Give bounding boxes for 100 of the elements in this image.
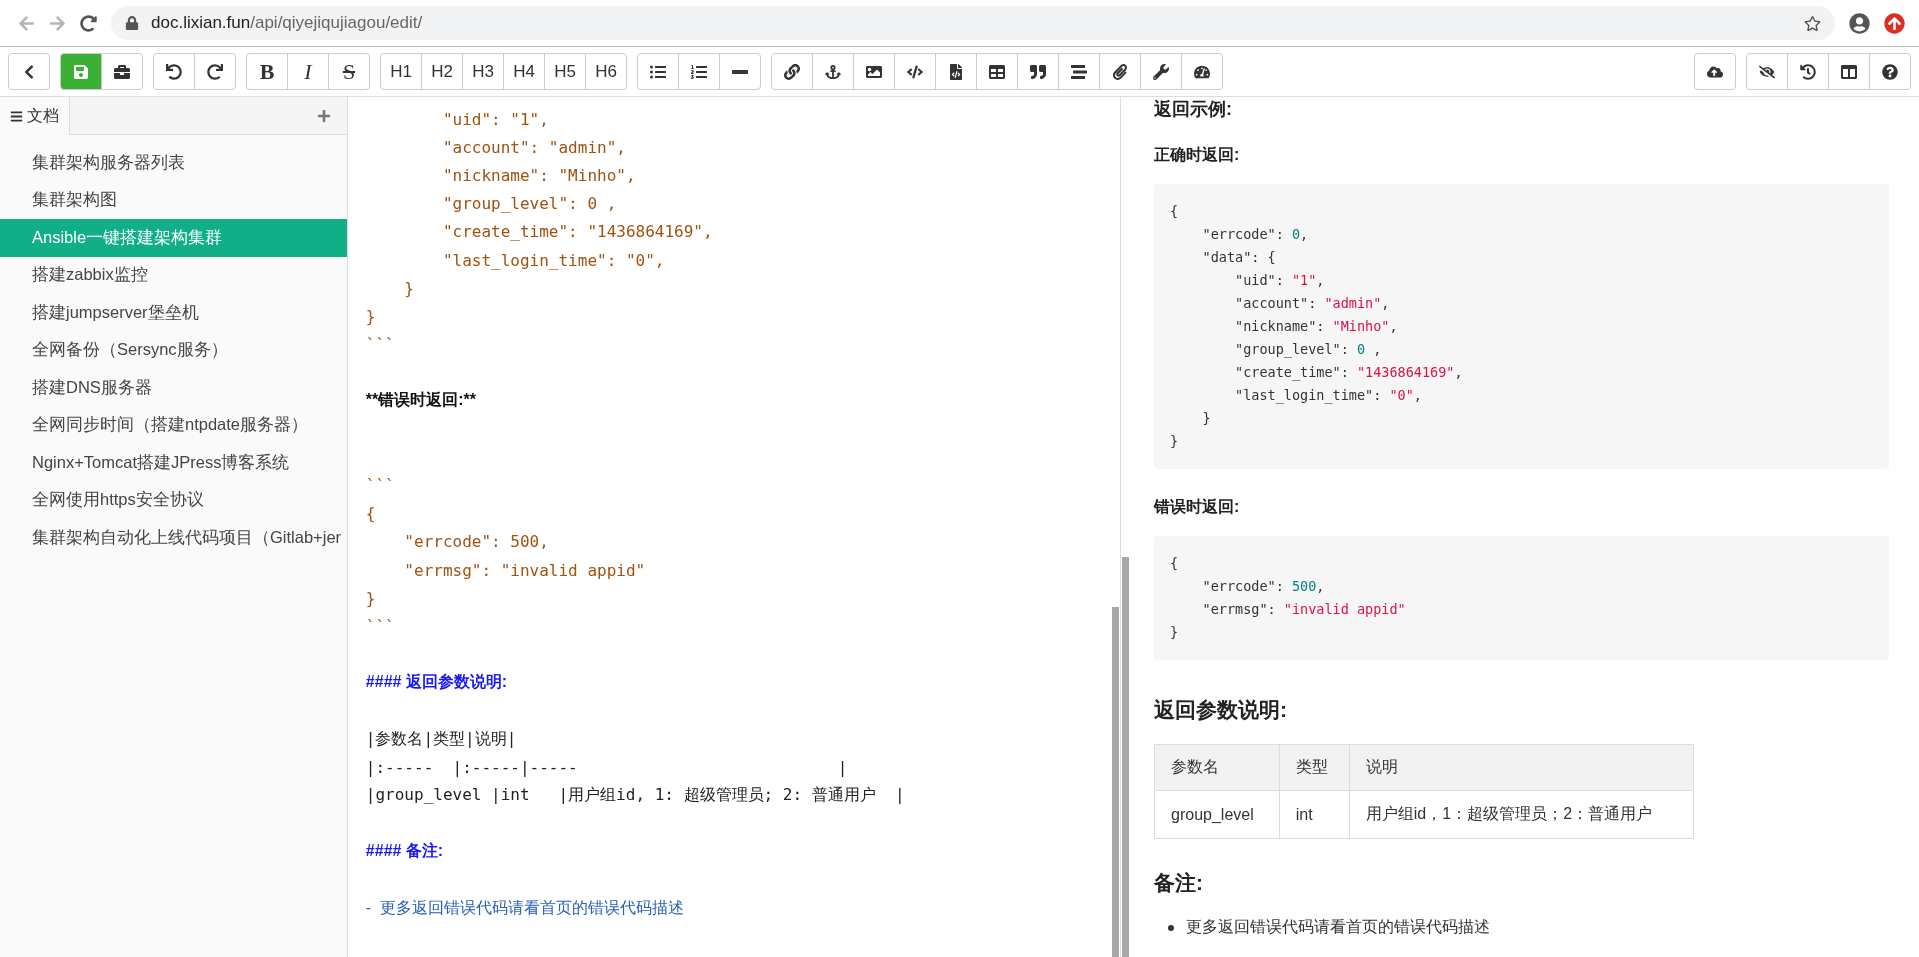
format-button[interactable]: S	[328, 53, 370, 90]
paperclip-button[interactable]	[1099, 53, 1141, 90]
table-icon	[989, 63, 1005, 80]
documents-tab[interactable]: 文档	[0, 97, 70, 135]
code-line: {	[1170, 554, 1180, 573]
code-line: "create_time": "1436864169",	[1234, 363, 1464, 383]
image-icon	[866, 63, 882, 80]
table-button[interactable]	[976, 53, 1018, 90]
history-button[interactable]	[1787, 53, 1829, 90]
sidebar-item[interactable]: 集群架构自动化上线代码项目（Gitlab+jer	[0, 519, 347, 557]
bullet-text: 更多返回错误代码请看首页的错误代码描述	[1186, 917, 1490, 937]
undo-button[interactable]	[153, 53, 195, 90]
sidebar-item[interactable]: 全网同步时间（搭建ntpdate服务器）	[0, 406, 347, 444]
section-heading: 返回参数说明:	[1154, 697, 1288, 723]
code-line: "nickname": "Minho",	[1234, 317, 1399, 336]
code-line: "account": "admin",	[1234, 294, 1391, 313]
numbered-list-icon	[691, 63, 707, 80]
bullet-icon	[1168, 924, 1174, 931]
paperclip-icon	[1112, 63, 1128, 80]
help-button[interactable]	[1869, 53, 1911, 90]
editor-line: }	[403, 278, 414, 298]
editor-line: |group_level |int |用户组id, 1: 超级管理员; 2: 普通用户 |	[365, 785, 905, 807]
bullet-list-button[interactable]	[637, 53, 679, 90]
editor-line: "errcode": 500,	[403, 532, 549, 552]
editor-line: "uid": "1",	[441, 109, 549, 129]
code-line: "errcode": 0,	[1201, 225, 1310, 244]
wrench-button[interactable]	[1140, 53, 1182, 90]
star-icon[interactable]	[1804, 14, 1821, 32]
format-button[interactable]: H2	[421, 53, 463, 90]
column-header: 参数名	[1154, 744, 1280, 791]
sidebar-item[interactable]: 集群架构服务器列表	[0, 144, 347, 182]
format-button[interactable]: H3	[462, 53, 504, 90]
sidebar-item[interactable]: 全网使用https安全协议	[0, 481, 347, 519]
sidebar-item[interactable]: Nginx+Tomcat搭建JPress博客系统	[0, 444, 347, 482]
subheading: 错误时返回:	[1154, 497, 1241, 517]
reload-icon[interactable]	[80, 14, 97, 32]
numbered-list-button[interactable]	[678, 53, 720, 90]
format-button[interactable]: B	[246, 53, 288, 90]
section-heading: 返回示例:	[1154, 98, 1233, 121]
sidebar-item[interactable]: 集群架构图	[0, 181, 347, 219]
redo-icon	[207, 63, 223, 80]
code-button[interactable]	[894, 53, 936, 90]
anchor-icon	[825, 63, 841, 80]
format-button[interactable]: H1	[380, 53, 422, 90]
menu-icon	[10, 109, 23, 123]
cloud-upload-icon	[1707, 63, 1723, 80]
sidebar-item[interactable]: 搭建jumpserver堡垒机	[0, 294, 347, 332]
editor-line: ```	[365, 476, 395, 496]
columns-button[interactable]	[1828, 53, 1870, 90]
undo-icon	[166, 63, 182, 80]
editor-line: ```	[365, 616, 395, 636]
help-icon	[1882, 63, 1898, 80]
code-line: "errcode": 500,	[1201, 577, 1326, 596]
horizontal-rule-button[interactable]	[719, 53, 761, 90]
editor-line: "nickname": "Minho",	[441, 165, 636, 185]
editor-line: {	[365, 504, 376, 524]
cloud-upload-button[interactable]	[1694, 53, 1736, 90]
update-icon[interactable]	[1884, 12, 1905, 34]
table-cell: 用户组id，1：超级管理员；2：普通用户	[1349, 790, 1694, 839]
image-button[interactable]	[853, 53, 895, 90]
code-line: }	[1170, 432, 1180, 451]
bars-button[interactable]	[1058, 53, 1100, 90]
gauge-icon	[1194, 63, 1210, 80]
anchor-button[interactable]	[812, 53, 854, 90]
sidebar-item[interactable]: 搭建zabbix监控	[0, 256, 347, 294]
link-button[interactable]	[771, 53, 813, 90]
subheading: 正确时返回:	[1154, 145, 1241, 165]
briefcase-icon	[114, 63, 130, 80]
format-button[interactable]: H5	[544, 53, 586, 90]
code-line: "last_login_time": "0",	[1234, 386, 1423, 406]
code-file-button[interactable]	[935, 53, 977, 90]
scrollbar-thumb[interactable]	[1112, 607, 1119, 957]
bars-icon	[1071, 63, 1087, 80]
back-button[interactable]	[8, 53, 50, 90]
save-icon	[73, 63, 89, 80]
table-cell: group_level	[1154, 790, 1280, 839]
eye-slash-button[interactable]	[1746, 53, 1788, 90]
code-line: {	[1170, 202, 1180, 221]
gauge-button[interactable]	[1181, 53, 1223, 90]
redo-button[interactable]	[194, 53, 236, 90]
format-button[interactable]: I	[287, 53, 329, 90]
quote-button[interactable]	[1017, 53, 1059, 90]
editor-line: |参数名|类型|说明|	[365, 728, 517, 750]
editor-line: }	[365, 588, 376, 608]
format-button[interactable]: H6	[585, 53, 627, 90]
sidebar-item[interactable]: 全网备份（Sersync服务）	[0, 331, 347, 369]
code-icon	[907, 63, 923, 80]
editor-line: }	[365, 306, 376, 326]
briefcase-button[interactable]	[101, 53, 143, 90]
address-bar[interactable]: doc.lixian.fun/api/qiyejiqujiagou/edit/	[111, 6, 1835, 40]
wrench-icon	[1153, 63, 1169, 80]
editor-line: "errmsg": "invalid appid"	[403, 560, 646, 580]
format-button[interactable]: H4	[503, 53, 545, 90]
editor-line: - 更多返回错误代码请看首页的错误代码描述	[365, 897, 685, 918]
profile-icon[interactable]	[1849, 12, 1870, 34]
sidebar-item[interactable]: 搭建DNS服务器	[0, 369, 347, 407]
section-heading: 备注:	[1154, 870, 1204, 896]
columns-icon	[1841, 63, 1857, 80]
scrollbar-thumb[interactable]	[1122, 557, 1129, 957]
code-line: "errmsg": "invalid appid"	[1201, 600, 1407, 619]
